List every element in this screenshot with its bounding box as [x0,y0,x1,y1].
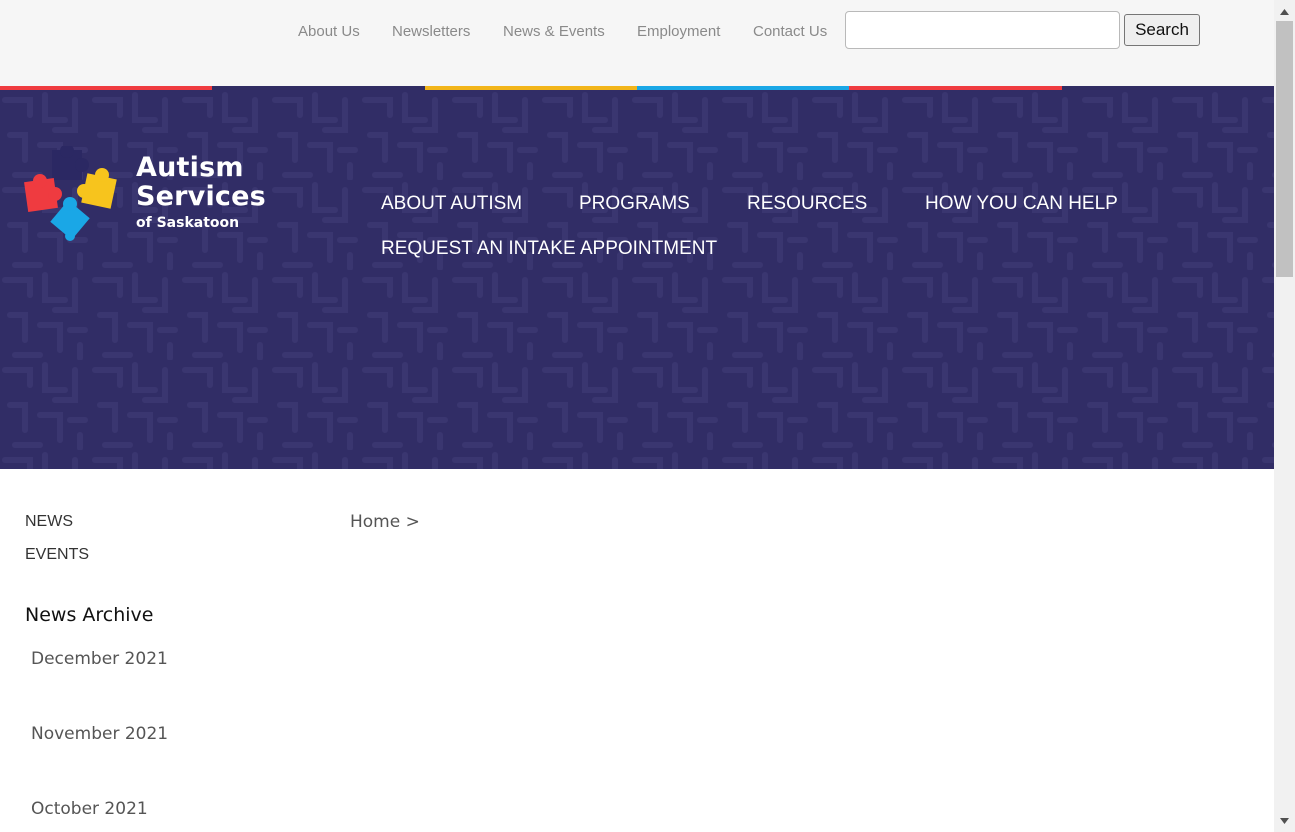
utility-bar: About Us Newsletters News & Events Emplo… [0,0,1274,86]
scroll-up-arrow-icon[interactable] [1274,3,1295,20]
breadcrumb-separator: > [405,512,420,532]
search-input[interactable] [845,11,1120,49]
puzzle-piece-navy [52,146,89,180]
site-logo[interactable]: Autism Services of Saskatoon [24,146,269,241]
util-link-news-events[interactable]: News & Events [503,22,605,42]
archive-link-december-2021[interactable]: December 2021 [31,648,168,670]
sidebar-item-news[interactable]: NEWS [25,512,73,532]
archive-link-november-2021[interactable]: November 2021 [31,723,168,745]
puzzle-pieces-icon [24,146,117,241]
main-nav-programs[interactable]: PROGRAMS [579,192,690,216]
logo-text-services: Services [136,181,266,212]
main-nav-resources[interactable]: RESOURCES [747,192,867,216]
main-nav-how-you-can-help[interactable]: HOW YOU CAN HELP [925,192,1118,216]
puzzle-piece-yellow [77,168,117,209]
search-button[interactable]: Search [1124,14,1200,46]
main-nav-about-autism[interactable]: ABOUT AUTISM [381,192,522,216]
archive-link-october-2021[interactable]: October 2021 [31,798,148,820]
news-archive-heading: News Archive [25,604,154,626]
logo-text-of-saskatoon: of Saskatoon [136,215,240,231]
breadcrumb: Home > [350,511,420,533]
page-scrollbar[interactable] [1274,0,1295,832]
util-link-about-us[interactable]: About Us [298,22,360,42]
util-link-contact-us[interactable]: Contact Us [753,22,827,42]
header-banner: Autism Services of Saskatoon ABOUT AUTIS… [0,90,1274,469]
util-link-newsletters[interactable]: Newsletters [392,22,470,42]
page: About Us Newsletters News & Events Emplo… [0,0,1274,832]
scroll-down-arrow-icon[interactable] [1274,812,1295,829]
util-link-employment[interactable]: Employment [637,22,720,42]
sidebar-item-events[interactable]: EVENTS [25,545,89,565]
main-nav-request-intake-appointment[interactable]: REQUEST AN INTAKE APPOINTMENT [381,237,717,261]
breadcrumb-home-link[interactable]: Home [350,512,400,532]
scrollbar-thumb[interactable] [1276,21,1293,277]
logo-text-autism: Autism [136,152,244,183]
